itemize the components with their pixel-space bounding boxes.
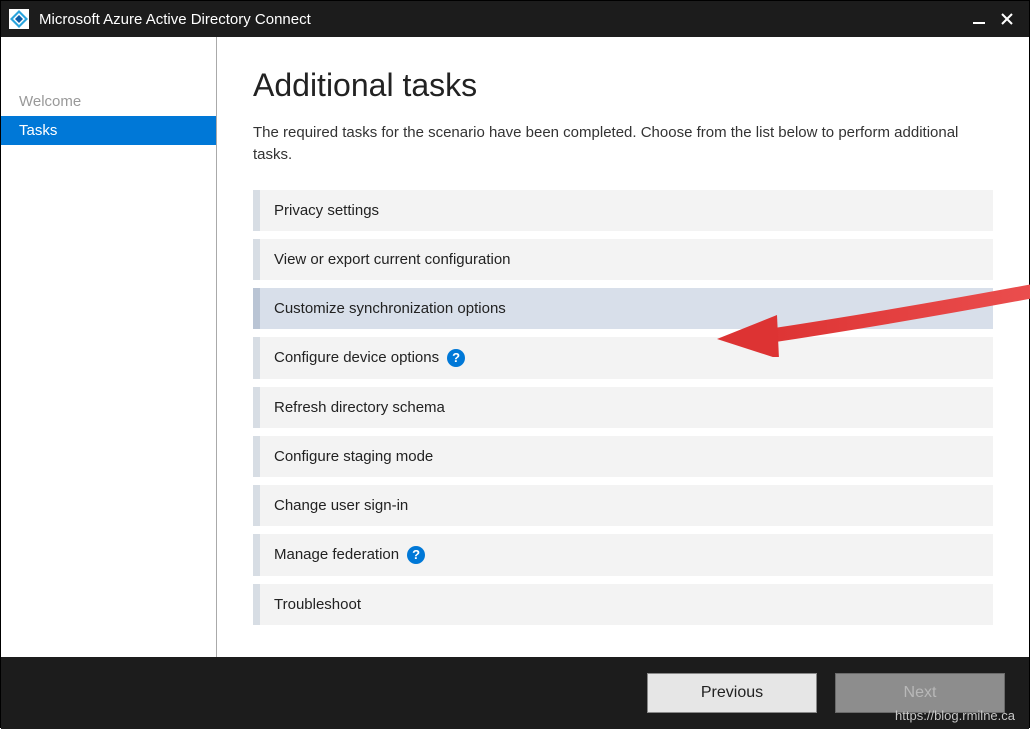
task-label: View or export current configuration — [274, 251, 511, 268]
task-label: Privacy settings — [274, 202, 379, 219]
task-customize-sync-options[interactable]: Customize synchronization options — [253, 288, 993, 329]
sidebar-item-tasks[interactable]: Tasks — [1, 116, 216, 145]
task-change-user-sign-in[interactable]: Change user sign-in — [253, 485, 993, 526]
task-configure-device-options[interactable]: Configure device options ? — [253, 337, 993, 379]
main-panel: Additional tasks The required tasks for … — [217, 37, 1029, 657]
window-title: Microsoft Azure Active Directory Connect — [39, 11, 965, 28]
page-description: The required tasks for the scenario have… — [253, 122, 993, 166]
task-list: Privacy settings View or export current … — [253, 190, 993, 625]
task-label: Change user sign-in — [274, 497, 408, 514]
task-label: Troubleshoot — [274, 596, 361, 613]
help-icon[interactable]: ? — [447, 349, 465, 367]
close-button[interactable] — [993, 5, 1021, 33]
task-refresh-directory-schema[interactable]: Refresh directory schema — [253, 387, 993, 428]
content-area: Welcome Tasks Additional tasks The requi… — [1, 37, 1029, 657]
task-privacy-settings[interactable]: Privacy settings — [253, 190, 993, 231]
minimize-button[interactable] — [965, 5, 993, 33]
previous-button[interactable]: Previous — [647, 673, 817, 713]
help-icon[interactable]: ? — [407, 546, 425, 564]
task-label: Configure device options — [274, 349, 439, 366]
task-label: Configure staging mode — [274, 448, 433, 465]
task-label: Refresh directory schema — [274, 399, 445, 416]
task-label: Manage federation — [274, 546, 399, 563]
footer: Previous Next https://blog.rmilne.ca — [1, 657, 1029, 729]
sidebar: Welcome Tasks — [1, 37, 217, 657]
task-manage-federation[interactable]: Manage federation ? — [253, 534, 993, 576]
task-configure-staging-mode[interactable]: Configure staging mode — [253, 436, 993, 477]
task-label: Customize synchronization options — [274, 300, 506, 317]
page-title: Additional tasks — [253, 67, 993, 104]
sidebar-item-welcome[interactable]: Welcome — [1, 87, 216, 116]
app-icon — [9, 9, 29, 29]
next-button: Next — [835, 673, 1005, 713]
titlebar: Microsoft Azure Active Directory Connect — [1, 1, 1029, 37]
task-troubleshoot[interactable]: Troubleshoot — [253, 584, 993, 625]
task-view-export-config[interactable]: View or export current configuration — [253, 239, 993, 280]
